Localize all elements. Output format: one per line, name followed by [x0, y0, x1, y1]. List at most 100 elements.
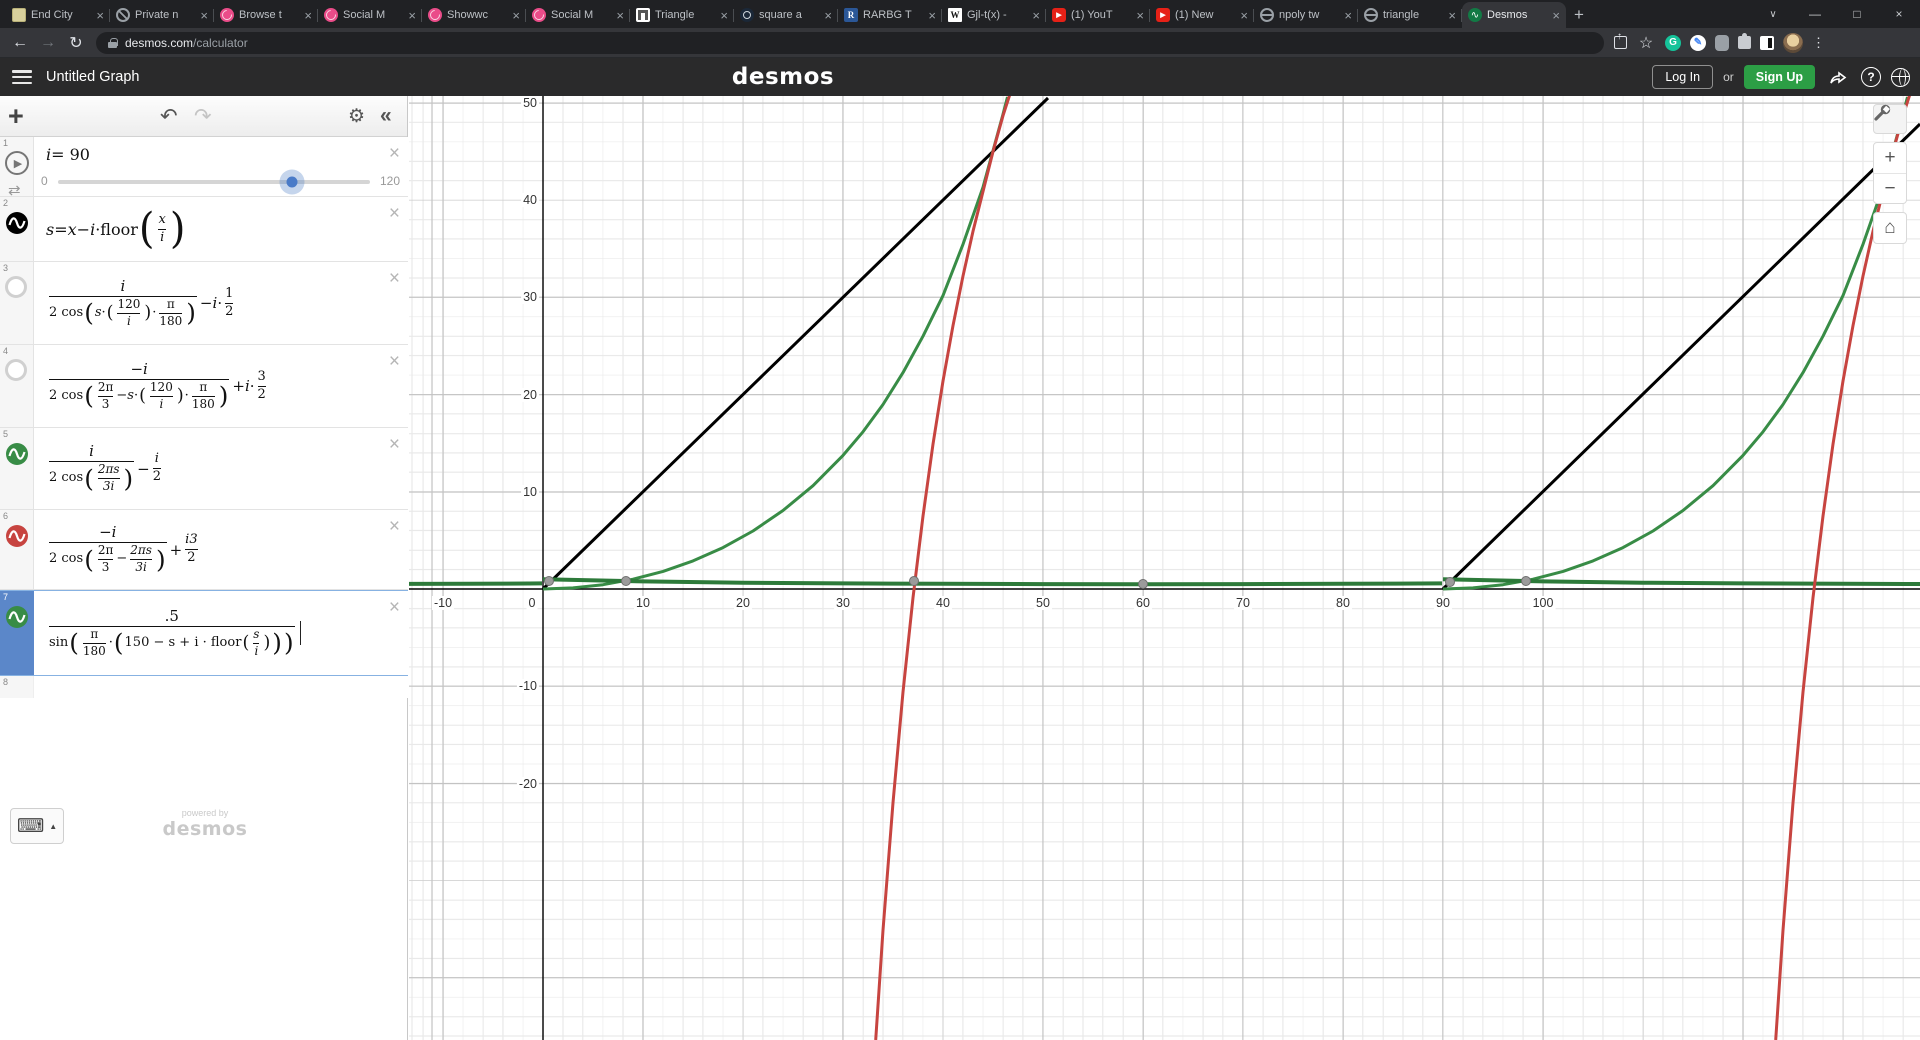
expression-row-4[interactable]: 4 −i2 cos(2π3 − s · (120i) · π180) + i ·…: [0, 345, 408, 428]
address-bar[interactable]: desmos.com/calculator: [96, 32, 1604, 54]
tab-close-icon[interactable]: ×: [1240, 9, 1248, 22]
curve-style-icon-black[interactable]: [5, 211, 29, 235]
curve-band-green[interactable]: [409, 579, 1920, 584]
slider-play-icon[interactable]: ▶: [5, 151, 29, 175]
poi-dot[interactable]: [1446, 578, 1455, 587]
undo-button[interactable]: ↶: [160, 104, 178, 129]
share-graph-icon[interactable]: [1825, 64, 1851, 90]
tab-close-icon[interactable]: ×: [1448, 9, 1456, 22]
add-expression-button[interactable]: +: [8, 101, 38, 132]
graph-settings-wrench-button[interactable]: [1873, 104, 1907, 134]
window-close-button[interactable]: ×: [1878, 0, 1920, 28]
tab-close-icon[interactable]: ×: [1552, 9, 1560, 22]
curve-style-icon-green[interactable]: [5, 442, 29, 466]
curve-style-icon-green[interactable]: [5, 605, 29, 629]
expression-gutter-1[interactable]: 1 ▶ ⇄: [0, 137, 34, 196]
poi-dot[interactable]: [545, 577, 554, 586]
expression-row-1[interactable]: 1 ▶ ⇄ i = 90 0 120 ×: [0, 137, 408, 197]
tab-search-icon[interactable]: ∨: [1758, 0, 1788, 28]
default-view-home-button[interactable]: ⌂: [1874, 213, 1906, 243]
tab-close-icon[interactable]: ×: [200, 9, 208, 22]
edit-list-gear-button[interactable]: ⚙: [348, 105, 365, 128]
browser-tab[interactable]: Showwc ×: [422, 2, 526, 28]
curve-hidden-icon[interactable]: [5, 359, 27, 381]
extensions-puzzle-icon[interactable]: [1738, 36, 1751, 49]
expression-math-5[interactable]: i2 cos(2πs3i) − i2: [46, 428, 378, 509]
sidebar-extension-icon[interactable]: [1760, 36, 1774, 50]
curve-style-icon-red[interactable]: [5, 524, 29, 548]
profile-avatar[interactable]: [1783, 33, 1803, 53]
zoom-out-button[interactable]: −: [1874, 173, 1906, 203]
zoom-in-button[interactable]: +: [1874, 143, 1906, 173]
tab-close-icon[interactable]: ×: [928, 9, 936, 22]
close-expression-icon[interactable]: ×: [389, 434, 400, 456]
gray-extension-icon[interactable]: [1715, 35, 1729, 51]
tab-close-icon[interactable]: ×: [304, 9, 312, 22]
browser-tab[interactable]: Private n ×: [110, 2, 214, 28]
expression-gutter-6[interactable]: 6: [0, 510, 34, 589]
redo-button[interactable]: ↷: [194, 104, 212, 129]
browser-tab[interactable]: (1) YouT ×: [1046, 2, 1150, 28]
poi-dot[interactable]: [1139, 580, 1148, 589]
tab-close-icon[interactable]: ×: [824, 9, 832, 22]
expression-math-3[interactable]: i2 cos(s · (120i) · π180) − i · 12: [46, 262, 378, 344]
browser-tab[interactable]: Social M ×: [526, 2, 630, 28]
tab-close-icon[interactable]: ×: [1344, 9, 1352, 22]
forward-icon[interactable]: →: [34, 34, 62, 52]
window-minimize-button[interactable]: —: [1794, 0, 1836, 28]
signup-button[interactable]: Sign Up: [1744, 65, 1815, 89]
expression-gutter-3[interactable]: 3: [0, 262, 34, 344]
browser-tab[interactable]: Gjl-t(x) - ×: [942, 2, 1046, 28]
tab-close-icon[interactable]: ×: [1032, 9, 1040, 22]
browser-menu-icon[interactable]: ⋮: [1812, 41, 1822, 45]
poi-dot[interactable]: [910, 577, 919, 586]
curve-secant-green[interactable]: [543, 97, 1908, 589]
browser-tab[interactable]: RARBG T ×: [838, 2, 942, 28]
expression-gutter-7[interactable]: 7: [0, 591, 34, 675]
expression-row-2[interactable]: 2 s = x − i · floor(xi) ×: [0, 197, 408, 262]
tab-close-icon[interactable]: ×: [96, 9, 104, 22]
tab-close-icon[interactable]: ×: [1136, 9, 1144, 22]
graph-title[interactable]: Untitled Graph: [46, 69, 140, 85]
reload-icon[interactable]: ↻: [62, 33, 90, 53]
back-icon[interactable]: ←: [6, 34, 34, 52]
browser-tab[interactable]: Triangle ×: [630, 2, 734, 28]
expression-math-2[interactable]: s = x − i · floor(xi): [46, 197, 378, 261]
tab-close-icon[interactable]: ×: [616, 9, 624, 22]
close-expression-icon[interactable]: ×: [389, 203, 400, 225]
browser-tab[interactable]: square a ×: [734, 2, 838, 28]
browser-tab[interactable]: (1) New ×: [1150, 2, 1254, 28]
close-expression-icon[interactable]: ×: [389, 597, 400, 619]
login-button[interactable]: Log In: [1652, 65, 1713, 89]
curve-sawtooth-black[interactable]: [543, 98, 1920, 589]
curve-secant-red[interactable]: [876, 96, 1910, 1040]
share-icon[interactable]: [1614, 36, 1627, 49]
expression-gutter-5[interactable]: 5: [0, 428, 34, 509]
slider-track[interactable]: [58, 180, 370, 184]
grammarly-extension-icon[interactable]: G: [1665, 35, 1681, 51]
expression-gutter-2[interactable]: 2: [0, 197, 34, 261]
close-expression-icon[interactable]: ×: [389, 268, 400, 290]
close-expression-icon[interactable]: ×: [389, 351, 400, 373]
close-expression-icon[interactable]: ×: [389, 143, 400, 165]
browser-tab[interactable]: npoly tw ×: [1254, 2, 1358, 28]
expression-gutter-4[interactable]: 4: [0, 345, 34, 427]
curve-hidden-icon[interactable]: [5, 276, 27, 298]
close-expression-icon[interactable]: ×: [389, 516, 400, 538]
expression-math-4[interactable]: −i2 cos(2π3 − s · (120i) · π180) + i · 3…: [46, 345, 378, 427]
docs-extension-icon[interactable]: ✎: [1690, 35, 1706, 51]
expression-math-7[interactable]: .5sin(π180 · (150 − s + i · floor(si))): [46, 591, 378, 675]
expression-row-6[interactable]: 6 −i2 cos(2π3 − 2πs3i) + i32 ×: [0, 510, 408, 590]
slider-handle[interactable]: [287, 177, 298, 188]
browser-tab[interactable]: Social M ×: [318, 2, 422, 28]
hamburger-menu-icon[interactable]: [12, 70, 32, 84]
browser-tab[interactable]: Browse t ×: [214, 2, 318, 28]
graph-paper[interactable]: -1001020304050607080901005040302010-10-2…: [409, 96, 1920, 1040]
expression-row-7[interactable]: 7 .5sin(π180 · (150 − s + i · floor(si))…: [0, 590, 408, 676]
browser-tab[interactable]: End City ×: [6, 2, 110, 28]
expression-row-5[interactable]: 5 i2 cos(2πs3i) − i2 ×: [0, 428, 408, 510]
new-tab-button[interactable]: +: [1574, 5, 1584, 25]
expression-row-8[interactable]: 8: [0, 676, 408, 698]
tab-close-icon[interactable]: ×: [512, 9, 520, 22]
poi-dot[interactable]: [622, 577, 631, 586]
